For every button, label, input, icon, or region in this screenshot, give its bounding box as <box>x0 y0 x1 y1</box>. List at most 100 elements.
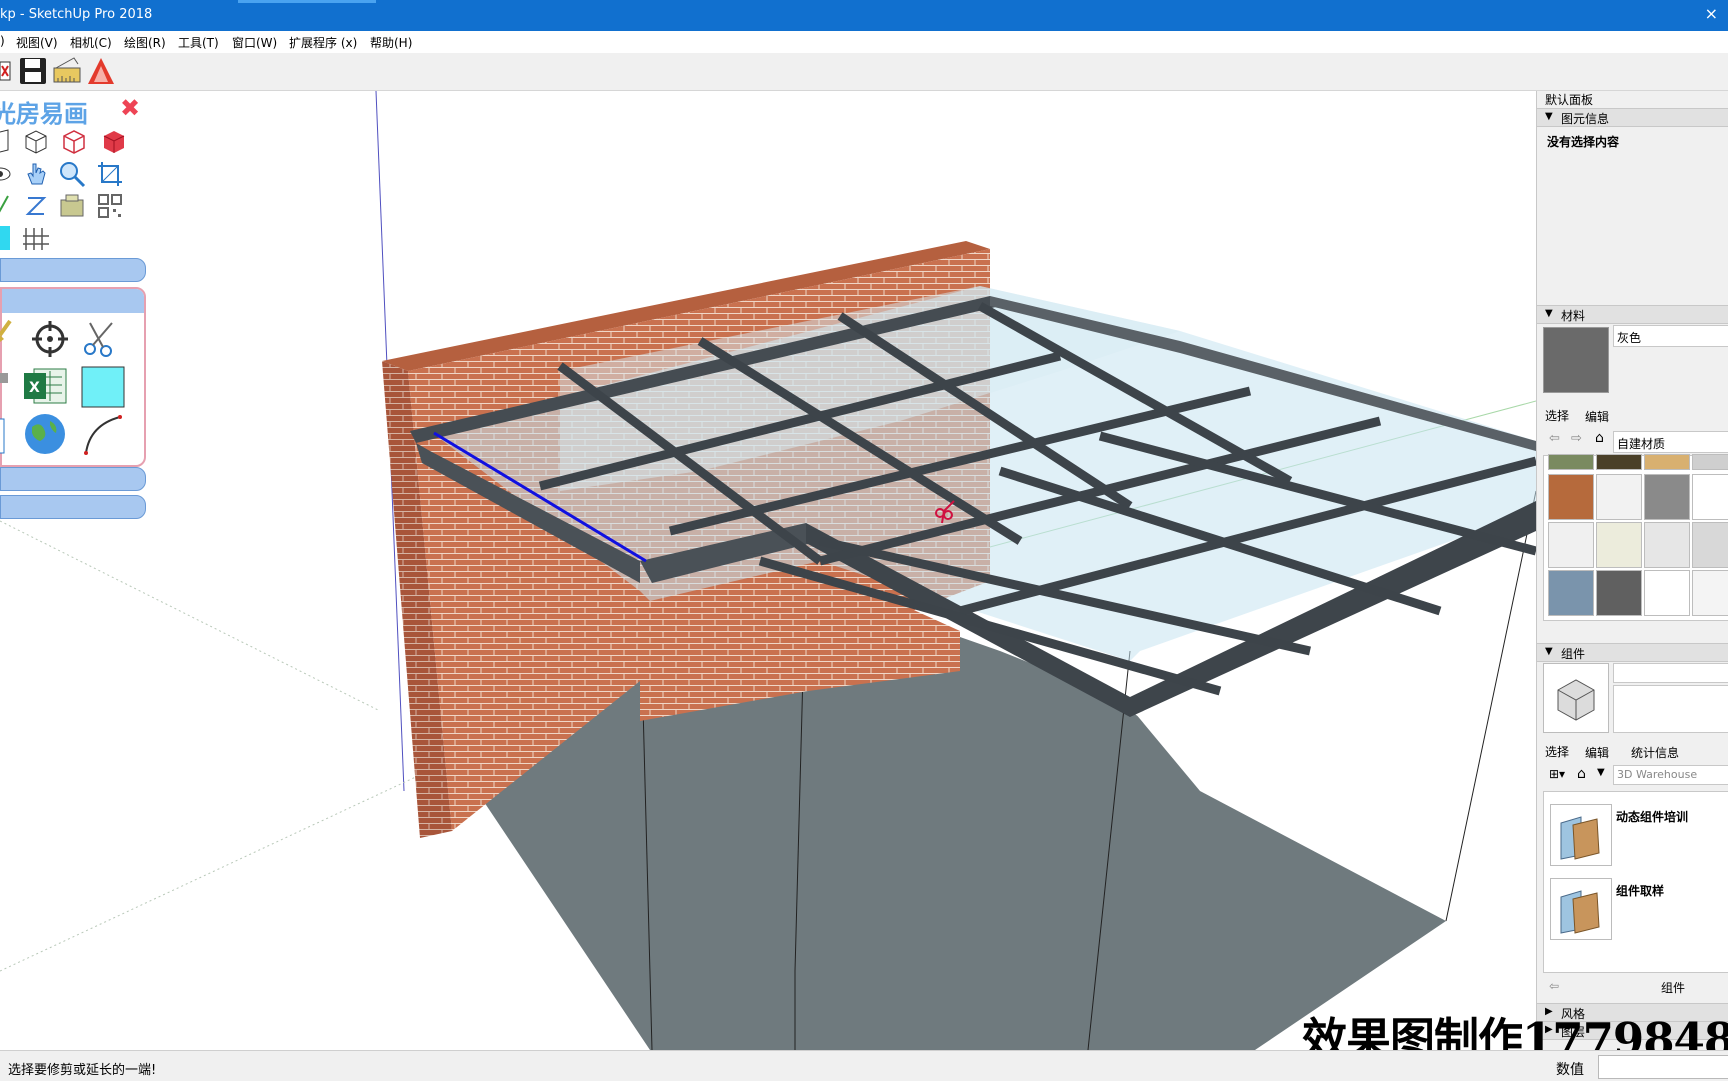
components-footer: 组件 <box>1661 981 1686 995</box>
plugin-section-bar-1[interactable] <box>0 258 146 282</box>
z-axis-icon[interactable] <box>22 192 50 220</box>
cyan-swatch-icon[interactable] <box>80 365 126 409</box>
forward-arrow-icon[interactable]: ⇨ <box>1571 431 1582 446</box>
component-preview <box>1543 663 1609 733</box>
title-bar: kp - SketchUp Pro 2018 × <box>0 0 1728 31</box>
dropdown-arrow-icon[interactable]: ▼ <box>1597 767 1605 778</box>
material-swatch[interactable] <box>1692 570 1728 616</box>
material-swatch[interactable] <box>1692 522 1728 568</box>
layout-icon[interactable] <box>86 56 116 86</box>
close-window-button[interactable]: × <box>1705 4 1718 23</box>
components-section[interactable]: ▼ 组件 <box>1537 643 1728 662</box>
menu-draw[interactable]: 绘图(R) <box>124 34 166 51</box>
material-swatch[interactable] <box>1548 474 1594 520</box>
component-item-label[interactable]: 动态组件培训 <box>1616 808 1688 825</box>
drawing-area[interactable] <box>0 91 1536 1050</box>
value-label: 数值 <box>1556 1062 1584 1078</box>
material-swatch[interactable] <box>1596 454 1642 470</box>
material-swatch[interactable] <box>1548 570 1594 616</box>
ruler-icon[interactable] <box>52 56 82 86</box>
entity-info-section[interactable]: ▼ 图元信息 <box>1537 108 1728 127</box>
status-bar: 选择要修剪或延长的一端! 数值 <box>0 1050 1728 1081</box>
material-swatch[interactable] <box>1644 522 1690 568</box>
plugin-subpanel: X <box>0 287 146 467</box>
warehouse-search-input[interactable]: 3D Warehouse <box>1613 765 1728 785</box>
component-box-icon[interactable] <box>58 192 86 220</box>
plugin-section-bar-2[interactable] <box>0 467 146 491</box>
menu-fragment[interactable]: ) <box>0 34 5 48</box>
grid-lines-icon[interactable] <box>22 224 50 252</box>
arc-curve-icon[interactable] <box>80 411 126 457</box>
crop-icon[interactable] <box>96 160 124 188</box>
material-swatch[interactable] <box>1596 474 1642 520</box>
tab-components-select[interactable]: 选择 <box>1545 743 1569 760</box>
plugin-subpanel-header[interactable] <box>2 289 144 313</box>
materials-label: 材料 <box>1561 309 1586 323</box>
zoom-icon[interactable] <box>58 160 86 188</box>
check-icon[interactable] <box>0 192 18 220</box>
crosshair-icon[interactable] <box>30 319 70 359</box>
tab-materials-select[interactable]: 选择 <box>1545 407 1569 424</box>
material-swatch[interactable] <box>1548 522 1594 568</box>
collapse-triangle-icon: ▼ <box>1545 111 1553 122</box>
eye-icon[interactable] <box>0 160 18 188</box>
default-tray: 默认面板 ▼ 图元信息 没有选择内容 ▼ 材料 灰色 选择 编辑 ⇦ ⇨ ⌂ 自… <box>1536 91 1728 1050</box>
wall-tool-icon[interactable] <box>0 128 18 156</box>
scissors-icon[interactable] <box>80 319 120 359</box>
globe-icon[interactable] <box>22 411 68 457</box>
home-icon[interactable]: ⌂ <box>1577 766 1586 782</box>
measurements-input[interactable] <box>1598 1055 1728 1079</box>
pencil-icon[interactable] <box>0 319 22 347</box>
box-red-outline-icon[interactable] <box>60 128 88 156</box>
material-swatch[interactable] <box>1596 570 1642 616</box>
material-swatch-grid <box>1543 454 1728 621</box>
menu-camera[interactable]: 相机(C) <box>70 34 112 51</box>
component-description-field[interactable] <box>1613 685 1728 733</box>
folder-icon[interactable] <box>1550 878 1612 940</box>
menu-help[interactable]: 帮助(H) <box>370 34 412 51</box>
material-name-value: 灰色 <box>1617 331 1642 345</box>
material-swatch[interactable] <box>1644 570 1690 616</box>
save-icon[interactable] <box>18 56 48 86</box>
tab-components-edit[interactable]: 编辑 <box>1585 744 1609 761</box>
red-axis-guide <box>0 520 381 712</box>
material-swatch[interactable] <box>1692 454 1728 470</box>
material-swatch[interactable] <box>1644 474 1690 520</box>
tab-materials-edit[interactable]: 编辑 <box>1585 408 1609 425</box>
menu-extensions[interactable]: 扩展程序 (x) <box>289 34 357 51</box>
hand-icon[interactable] <box>22 160 50 188</box>
component-name-field[interactable] <box>1613 663 1728 683</box>
material-library-dropdown[interactable]: 自建材质 <box>1613 431 1728 453</box>
material-name-field[interactable]: 灰色 <box>1613 325 1728 347</box>
component-item-label[interactable]: 组件取样 <box>1616 882 1664 899</box>
box-outline-icon[interactable] <box>22 128 50 156</box>
box-solid-icon[interactable] <box>100 128 128 156</box>
gray-bar-icon[interactable] <box>0 365 22 393</box>
excel-icon[interactable]: X <box>22 365 68 407</box>
menu-bar: ) 视图(V) 相机(C) 绘图(R) 工具(T) 窗口(W) 扩展程序 (x)… <box>0 31 1728 53</box>
material-library-value: 自建材质 <box>1617 437 1666 451</box>
folder-icon[interactable] <box>1550 804 1612 866</box>
tab-components-stats[interactable]: 统计信息 <box>1631 744 1679 761</box>
plugin-close-button[interactable]: ✖ <box>120 94 140 122</box>
entity-info-content: 没有选择内容 <box>1547 135 1620 149</box>
menu-window[interactable]: 窗口(W) <box>232 34 277 51</box>
back-arrow-icon[interactable]: ⇦ <box>1549 431 1560 446</box>
plugin-section-bar-3[interactable] <box>0 495 146 519</box>
material-swatch[interactable] <box>1644 454 1690 470</box>
material-swatch[interactable] <box>1692 474 1728 520</box>
qr-code-icon[interactable] <box>96 192 124 220</box>
back-arrow-icon[interactable]: ⇦ <box>1549 979 1559 993</box>
cyan-fill-icon[interactable] <box>0 224 18 252</box>
menu-view[interactable]: 视图(V) <box>16 34 58 51</box>
home-icon[interactable]: ⌂ <box>1595 430 1604 446</box>
current-material-preview[interactable] <box>1543 327 1609 393</box>
photo-edit-icon[interactable] <box>0 413 14 457</box>
components-label: 组件 <box>1561 647 1586 661</box>
menu-tools[interactable]: 工具(T) <box>178 34 219 51</box>
window-title: kp - SketchUp Pro 2018 <box>0 7 153 22</box>
view-options-icon[interactable]: ⊞▾ <box>1549 767 1565 781</box>
material-swatch[interactable] <box>1596 522 1642 568</box>
materials-section[interactable]: ▼ 材料 <box>1537 305 1728 324</box>
material-swatch[interactable] <box>1548 454 1594 470</box>
